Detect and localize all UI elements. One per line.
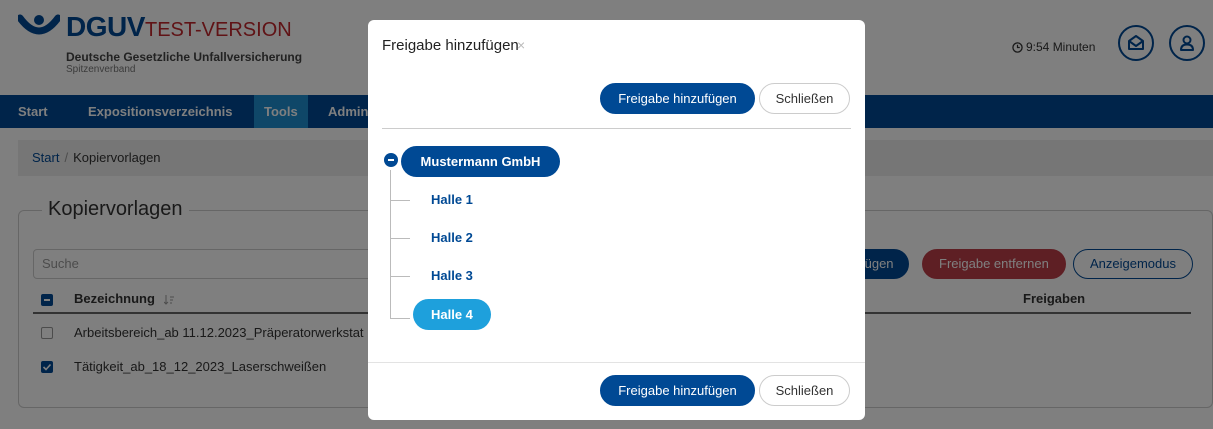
tree-connector xyxy=(390,238,410,239)
modal-close-icon[interactable]: × xyxy=(517,37,525,53)
modal-footer-divider xyxy=(368,362,865,363)
tree-root-node[interactable]: Mustermann GmbH xyxy=(401,146,560,177)
tree-node-halle-3[interactable]: Halle 3 xyxy=(413,260,491,291)
modal-divider xyxy=(382,128,851,129)
tree-connector xyxy=(390,276,410,277)
tree-node-halle-4[interactable]: Halle 4 xyxy=(413,299,491,330)
tree-connector xyxy=(390,200,410,201)
close-button-bottom[interactable]: Schließen xyxy=(759,375,850,406)
tree-collapse-icon[interactable] xyxy=(384,153,398,167)
close-button-top[interactable]: Schließen xyxy=(759,83,850,114)
tree-connector xyxy=(390,318,410,319)
add-share-button-bottom[interactable]: Freigabe hinzufügen xyxy=(600,375,755,406)
tree-node-halle-1[interactable]: Halle 1 xyxy=(413,184,491,215)
add-share-button-top[interactable]: Freigabe hinzufügen xyxy=(600,83,755,114)
tree-connector xyxy=(390,170,391,318)
tree-node-halle-2[interactable]: Halle 2 xyxy=(413,222,491,253)
add-share-modal: Freigabe hinzufügen × Freigabe hinzufüge… xyxy=(368,20,865,420)
modal-title: Freigabe hinzufügen xyxy=(382,37,519,54)
